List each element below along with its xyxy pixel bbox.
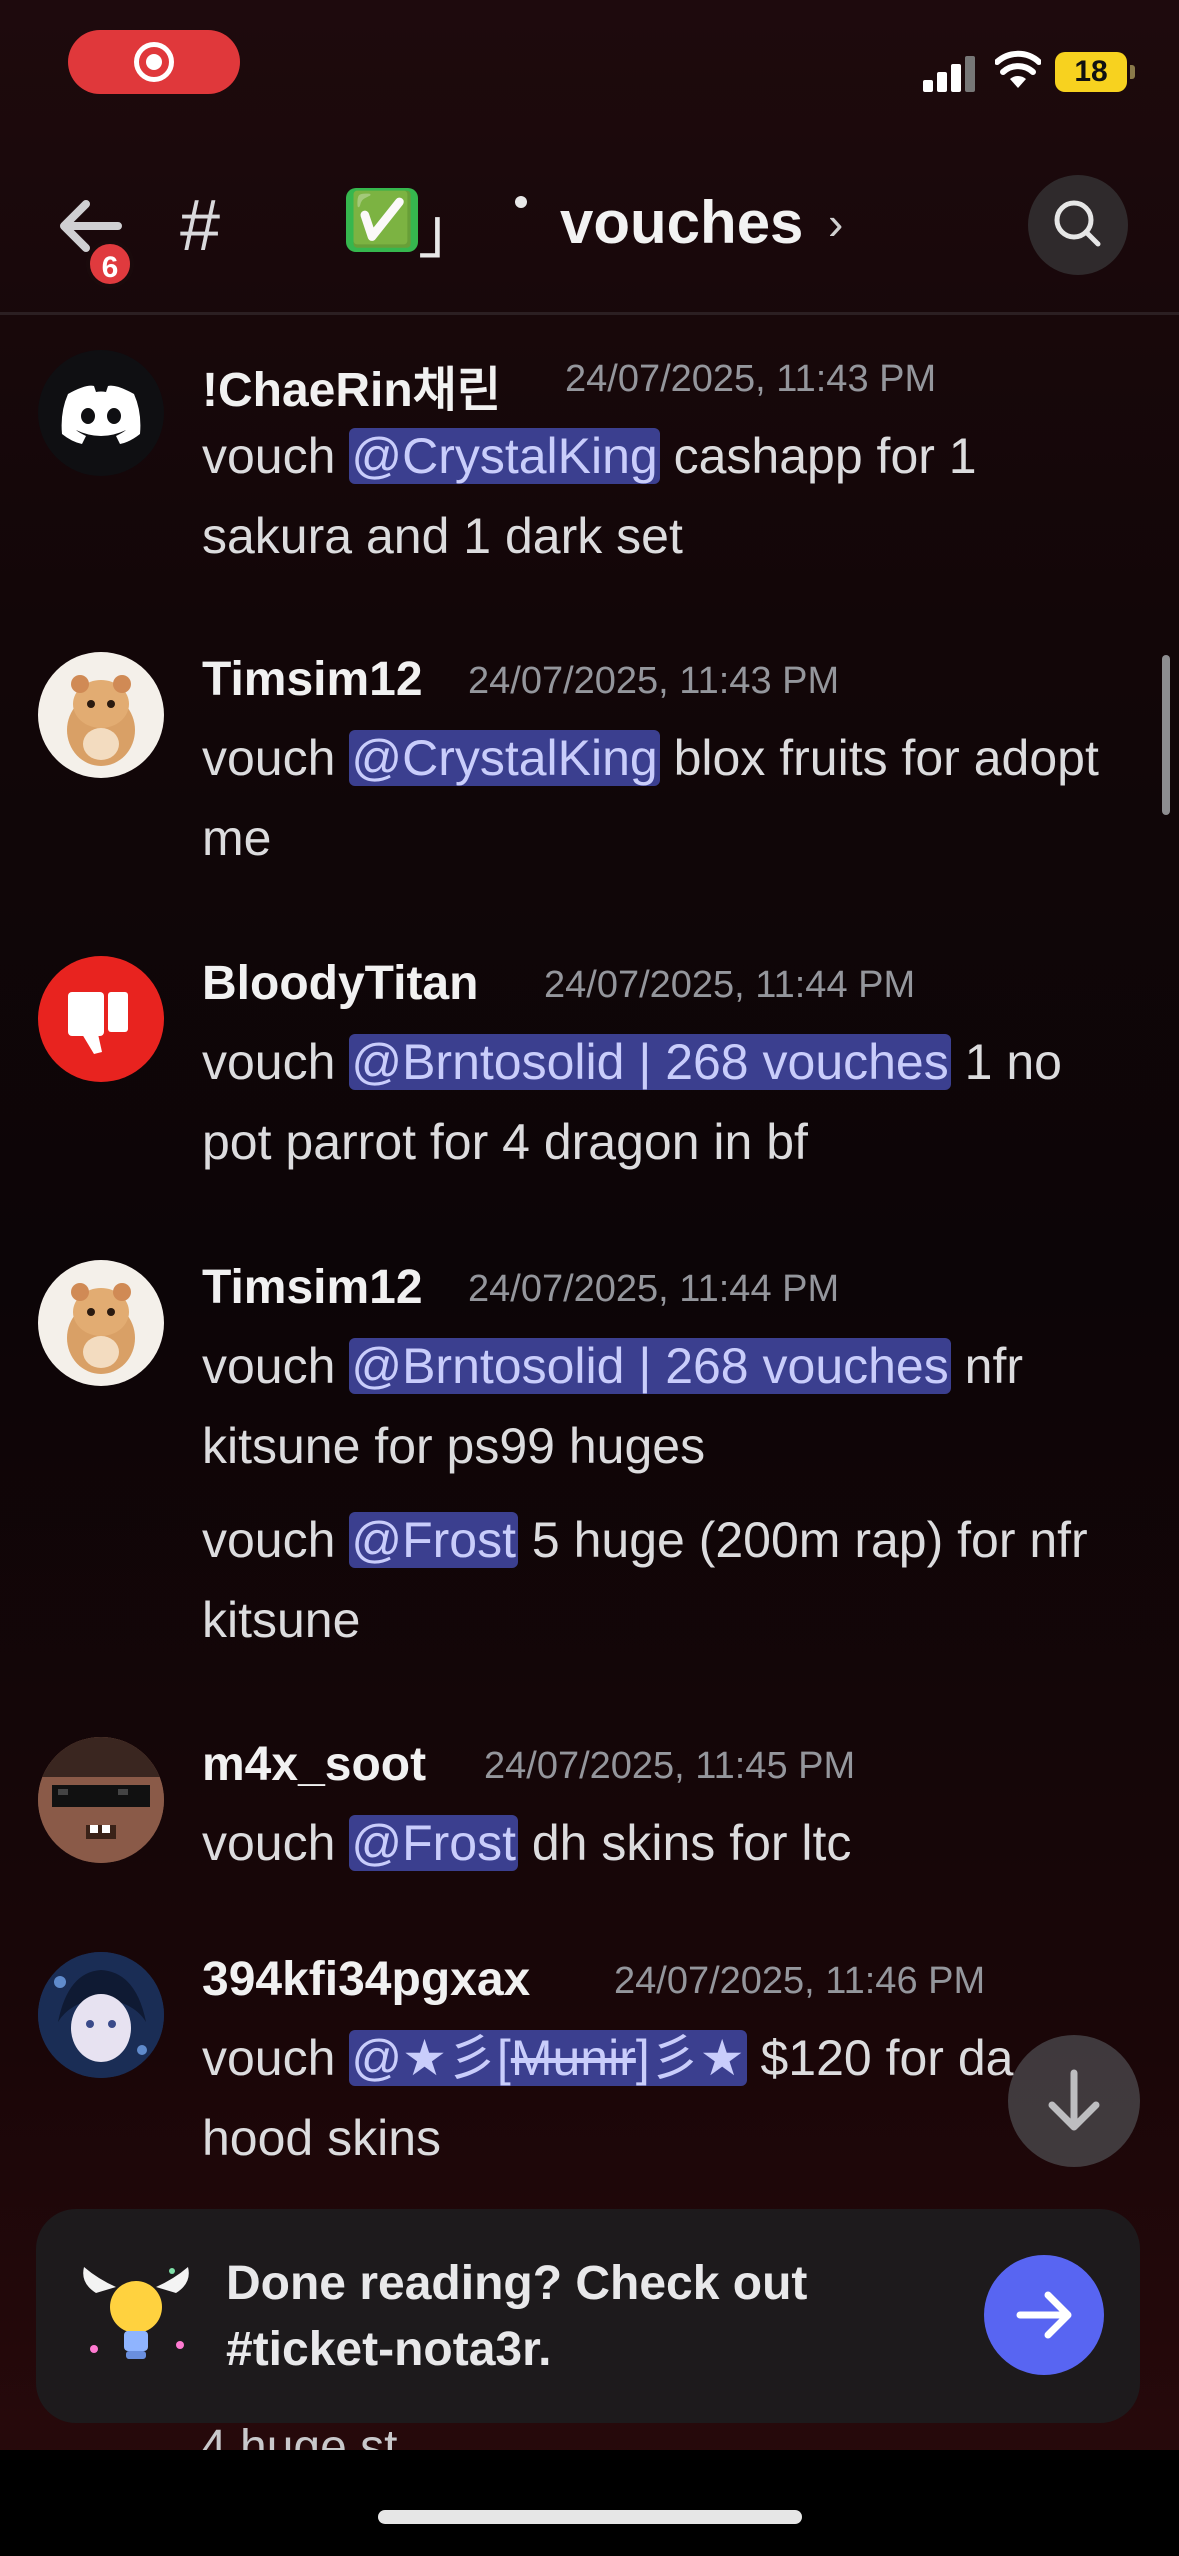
search-button[interactable] (1028, 175, 1128, 275)
header-divider (0, 312, 1179, 315)
check-mark-icon: ✅ (346, 188, 418, 252)
banner-go-button[interactable] (984, 2255, 1104, 2375)
home-indicator-area (0, 2450, 1179, 2556)
user-mention[interactable]: @Brntosolid | 268 vouches (349, 1034, 951, 1090)
message-username[interactable]: Timsim12 (202, 1260, 423, 1315)
thumbs-down-icon (68, 992, 128, 1054)
message-timestamp: 24/07/2025, 11:43 PM (565, 358, 937, 400)
home-indicator[interactable] (378, 2510, 802, 2524)
user-mention[interactable]: @Frost (349, 1512, 518, 1568)
avatar-thumbs-down[interactable] (38, 956, 164, 1082)
message-body: vouch @Brntosolid | 268 vouches nfr kits… (202, 1326, 1102, 1486)
avatar-hamster[interactable] (38, 652, 164, 778)
message-text: vouch (202, 1815, 350, 1871)
user-mention[interactable]: @CrystalKing (349, 730, 660, 786)
screen-recording-indicator[interactable] (68, 30, 240, 94)
message-text: vouch (202, 730, 350, 786)
record-dot (146, 54, 162, 70)
user-mention[interactable]: @Frost (349, 1815, 518, 1871)
unread-badge: 6 (86, 240, 134, 288)
jump-to-bottom-button[interactable] (1008, 2035, 1140, 2167)
message-body: vouch @Frost 5 huge (200m rap) for nfr k… (202, 1500, 1102, 1660)
message-timestamp: 24/07/2025, 11:44 PM (544, 964, 916, 1006)
arrow-down-icon (1048, 2069, 1100, 2131)
message-text: vouch (202, 1034, 350, 1090)
avatar-hamster[interactable] (38, 1260, 164, 1386)
scrollbar[interactable] (1162, 655, 1170, 815)
message-timestamp: 24/07/2025, 11:45 PM (484, 1745, 856, 1787)
mention-prefix: @★彡[ (351, 2030, 511, 2086)
banner-text: Done reading? Check out #ticket-nota3r. (226, 2257, 808, 2376)
message-text: dh skins for ltc (517, 1815, 852, 1871)
cellular-signal-icon (923, 52, 979, 92)
message-body: vouch @Brntosolid | 268 vouches 1 no pot… (202, 1022, 1102, 1182)
message-body: vouch @CrystalKing blox fruits for adopt… (202, 718, 1102, 878)
user-mention[interactable]: @Brntosolid | 268 vouches (349, 1338, 951, 1394)
channel-bracket-close: 」 (418, 197, 481, 266)
user-mention[interactable]: @CrystalKing (349, 428, 660, 484)
avatar-discord-logo[interactable] (38, 350, 164, 476)
message-username[interactable]: m4x_soot (202, 1737, 426, 1792)
channel-title[interactable]: vouches (560, 188, 803, 257)
avatar-anime[interactable] (38, 1952, 164, 2078)
message-username[interactable]: BloodyTitan (202, 956, 478, 1011)
sunglasses-face-icon (38, 1737, 164, 1863)
message-text: vouch (202, 428, 350, 484)
search-icon (1054, 200, 1101, 247)
user-mention[interactable]: @★彡[Munir]彡★ (349, 2030, 747, 2086)
discord-logo-icon (61, 385, 141, 444)
mention-strikethrough-name: Munir (510, 2030, 636, 2086)
mention-suffix: ]彡★ (635, 2030, 745, 2086)
message-timestamp: 24/07/2025, 11:43 PM (468, 660, 840, 702)
channel-separator-dot (515, 196, 527, 208)
message-timestamp: 24/07/2025, 11:44 PM (468, 1268, 840, 1310)
message-timestamp: 24/07/2025, 11:46 PM (614, 1960, 986, 2002)
message-username[interactable]: 394kfi34pgxax (202, 1952, 530, 2007)
message-text: vouch (202, 1512, 350, 1568)
wifi-icon (995, 50, 1041, 88)
message-body: vouch @★彡[Munir]彡★ $120 for da hood skin… (202, 2018, 1102, 2178)
arrow-right-icon (1016, 2291, 1072, 2339)
chevron-right-icon[interactable]: › (828, 196, 843, 250)
message-text: vouch (202, 2030, 350, 2086)
message-body: vouch @CrystalKing cashapp for 1 sakura … (202, 416, 1102, 576)
hamster-icon (67, 675, 135, 766)
message-username[interactable]: !ChaeRin채린 (202, 350, 501, 420)
message-text: vouch (202, 1338, 350, 1394)
channel-hash-icon: # (180, 186, 221, 266)
avatar-sunglasses[interactable] (38, 1737, 164, 1863)
done-reading-banner[interactable]: Done reading? Check out #ticket-nota3r. (36, 2209, 1140, 2423)
anime-character-icon (38, 1952, 164, 2078)
winged-lightbulb-icon (83, 2267, 189, 2359)
hamster-icon (67, 1283, 135, 1374)
battery-indicator: 18 (1055, 52, 1135, 92)
message-body: vouch @Frost dh skins for ltc (202, 1803, 1102, 1883)
message-username[interactable]: Timsim12 (202, 652, 423, 707)
